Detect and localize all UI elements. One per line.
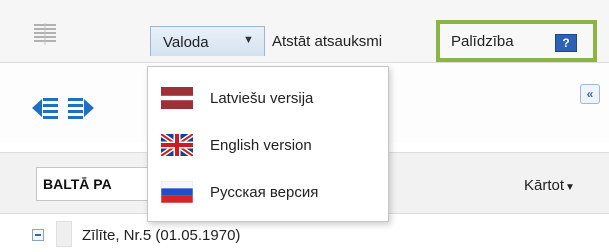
- arrow-left-icon[interactable]: [30, 93, 60, 123]
- language-menu-button[interactable]: Valoda ▼: [150, 26, 265, 56]
- menu-item-english[interactable]: English version: [148, 120, 388, 164]
- uk-flag-icon: [161, 134, 193, 156]
- menu-item-label: Latviešu versija: [210, 90, 314, 107]
- feedback-link[interactable]: Atstāt atsauksmi: [272, 33, 382, 50]
- collapse-toggle-icon[interactable]: [32, 229, 44, 241]
- document-icon: [56, 221, 72, 247]
- menu-item-latvian[interactable]: Latviešu versija: [148, 73, 388, 117]
- russian-flag-icon: [161, 181, 193, 203]
- latvian-flag-icon: [161, 87, 193, 109]
- sort-button[interactable]: Kārtot▼: [524, 177, 575, 194]
- help-button[interactable]: Palīdzība ?: [436, 20, 597, 62]
- sort-label: Kārtot: [524, 177, 565, 194]
- collapse-panel-button[interactable]: «: [580, 84, 600, 104]
- language-button-label: Valoda: [163, 34, 209, 51]
- chevron-down-icon: ▼: [565, 182, 575, 193]
- app-logo-icon: [32, 22, 58, 46]
- menu-item-russian[interactable]: Русская версия: [148, 167, 388, 211]
- top-toolbar: Valoda ▼ Atstāt atsauksmi Palīdzība ?: [0, 0, 609, 63]
- language-dropdown: Latviešu versija English version Русская…: [147, 66, 389, 222]
- chevron-down-icon: ▼: [243, 34, 254, 46]
- arrow-right-icon[interactable]: [66, 93, 96, 123]
- menu-item-label: English version: [210, 137, 312, 154]
- menu-item-label: Русская версия: [210, 184, 319, 201]
- help-icon: ?: [555, 34, 577, 52]
- tree-item-label: Zīlīte, Nr.5 (01.05.1970): [82, 227, 241, 244]
- help-label: Palīdzība: [451, 33, 514, 50]
